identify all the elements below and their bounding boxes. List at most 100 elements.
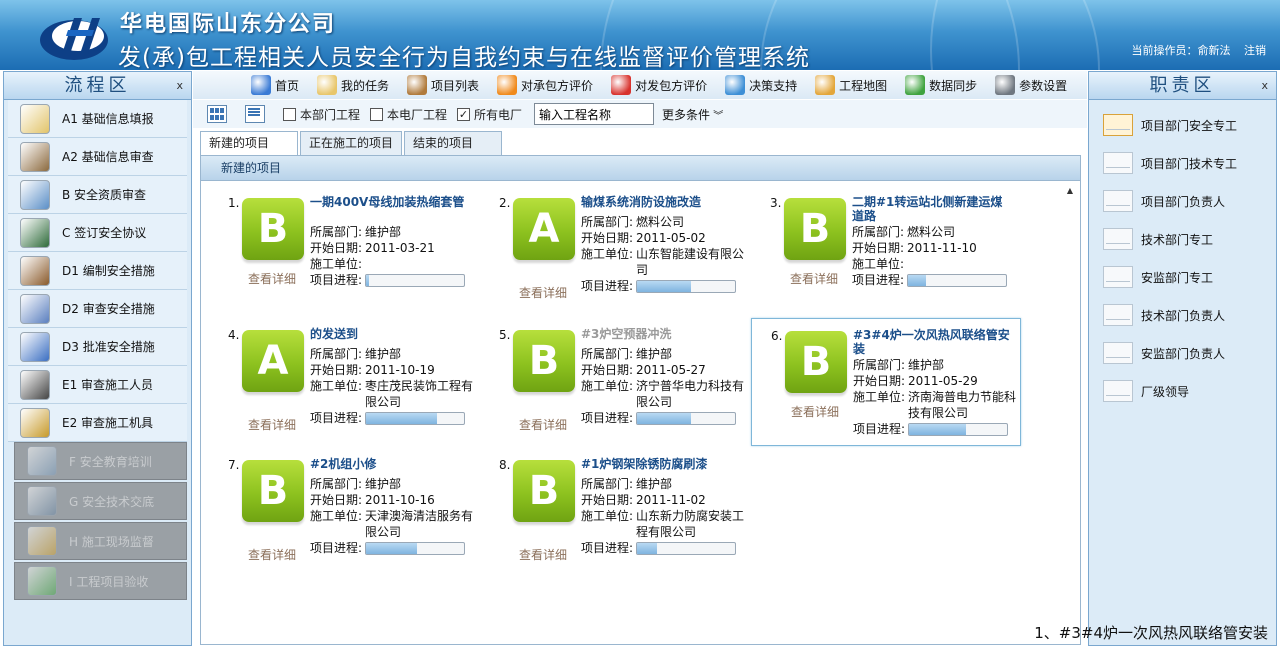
project-card[interactable]: 8. B 查看详细 #1炉钢架除锈防腐刷漆 所属部门: 维护部 开始日期: 2011-11-0… [499,448,757,573]
project-title[interactable]: 二期#1转运站北侧新建运煤道路 [852,195,1012,223]
flow-item-label: D1 编制安全措施 [62,264,155,278]
project-title[interactable]: #3炉空预器冲洗 [581,327,741,341]
flow-item[interactable]: D1 编制安全措施 [8,252,187,290]
toolbar-button[interactable]: 对发包方评价 [611,75,707,95]
list-view-button[interactable] [245,105,265,123]
view-detail-link[interactable]: 查看详细 [519,416,567,433]
duty-item[interactable]: 安监部门负责人 [1089,334,1276,372]
flow-item[interactable]: D3 批准安全措施 [8,328,187,366]
toolbar-button[interactable]: 项目列表 [407,75,479,95]
project-content: 新建的项目 1. B 查看详细 一期400V母线加装热缩套管 所属部门: 维护部 开始日期:… [200,155,1081,645]
anchor-icon [27,486,57,516]
project-title[interactable]: 输煤系统消防设施改造 [581,195,741,209]
duty-item[interactable]: 厂级领导 [1089,372,1276,410]
flow-item-label: D2 审查安全措施 [62,302,155,316]
flow-item[interactable]: C 签订安全协议 [8,214,187,252]
project-number: 4. [228,328,240,342]
tab-2[interactable]: 结束的项目 [404,131,503,155]
logout-link[interactable]: 注销 [1244,44,1266,57]
view-detail-link[interactable]: 查看详细 [790,270,838,287]
view-detail-link[interactable]: 查看详细 [248,416,296,433]
duty-item[interactable]: 项目部门技术专工 [1089,144,1276,182]
status-text: 1、#3#4炉一次风热风联络管安装 [1034,624,1268,642]
toolbar-button[interactable]: 工程地图 [815,75,887,95]
toolbar-button[interactable]: 我的任务 [317,75,389,95]
duty-item[interactable]: 技术部门负责人 [1089,296,1276,334]
dept-project-label: 本部门工程 [300,107,361,122]
progress-bar [636,542,736,555]
shield-icon [20,293,50,324]
duty-panel-close-button[interactable]: x [1261,72,1268,99]
dept-value: 维护部 [365,477,402,491]
progress-fill [909,424,966,435]
tab-1[interactable]: 正在施工的项目 [300,131,403,155]
toolbar-button[interactable]: 参数设置 [995,75,1067,95]
unit-label: 施工单位: [852,257,905,271]
duty-item[interactable]: 项目部门负责人 [1089,182,1276,220]
progress-bar [365,412,465,425]
map-icon [815,75,836,95]
flow-item[interactable]: A1 基础信息填报 [8,100,187,138]
tab-0[interactable]: 新建的项目 [200,131,298,156]
flow-item: F 安全教育培训 [14,442,187,480]
more-conditions-label: 更多条件 [662,107,711,122]
flow-item[interactable]: E2 审查施工机具 [8,404,187,442]
dept-project-checkbox[interactable]: 本部门工程 [283,106,360,123]
padlock-icon [20,407,50,438]
operator-name: 俞新法 [1197,44,1231,57]
project-name-search-input[interactable] [534,103,655,125]
toolbar-button[interactable]: 决策支持 [725,75,797,95]
unit-label: 施工单位: [310,379,363,393]
dept-label: 所属部门: [852,225,905,239]
dept-project-box[interactable] [283,107,296,121]
project-card[interactable]: 1. B 查看详细 一期400V母线加装热缩套管 所属部门: 维护部 开始日期: 2011-0… [228,186,486,311]
view-detail-link[interactable]: 查看详细 [519,546,567,563]
grade-badge: B [513,330,575,392]
flow-item[interactable]: D2 审查安全措施 [8,290,187,328]
grid-view-button[interactable] [207,105,227,123]
toolbar-button[interactable]: 对承包方评价 [497,75,593,95]
view-detail-link[interactable]: 查看详细 [791,403,839,420]
pipe-icon [20,331,50,362]
more-conditions-link[interactable]: 更多条件 ︾ [662,106,723,123]
project-card[interactable]: 3. B 查看详细 二期#1转运站北侧新建运煤道路 所属部门: 燃料公司 开始日期: 2011… [770,186,1028,311]
project-card[interactable]: 6. B 查看详细 #3#4炉一次风热风联络管安装 所属部门: 维护部 开始日期: 2011-… [751,318,1021,446]
duty-item[interactable]: 安监部门专工 [1089,258,1276,296]
plant-project-checkbox[interactable]: 本电厂工程 [370,106,447,123]
unit-label: 施工单位: [581,247,634,261]
flow-panel-title: 流程区 [64,75,131,96]
project-title[interactable]: 一期400V母线加装热缩套管 [310,195,470,209]
plant-project-box[interactable] [370,107,384,121]
project-card[interactable]: 4. A 查看详细 的发送到 所属部门: 维护部 开始日期: 2011-10-19 施工单位: 枣… [228,318,486,443]
view-detail-link[interactable]: 查看详细 [248,546,296,563]
toolbar-button[interactable]: 首页 [251,75,299,95]
project-title[interactable]: #2机组小修 [310,457,470,471]
flow-item[interactable]: E1 审查施工人员 [8,366,187,404]
toolbar-button[interactable]: 数据同步 [905,75,977,95]
view-detail-link[interactable]: 查看详细 [248,270,296,287]
mail-unread-icon [1103,114,1133,136]
scroll-up-icon[interactable]: ▲ [1064,186,1076,195]
flow-panel-close-button[interactable]: x [176,72,183,99]
all-plants-checkbox[interactable]: ✓ 所有电厂 [457,106,522,123]
flow-item-label: I 工程项目验收 [69,574,149,589]
project-card[interactable]: 7. B 查看详细 #2机组小修 所属部门: 维护部 开始日期: 2011-10-16 施工单位… [228,448,486,573]
all-plants-box[interactable]: ✓ [457,107,471,121]
progress-label: 项目进程: [852,273,905,287]
vertical-scrollbar[interactable]: ▲ [1064,186,1076,641]
project-number: 1. [228,196,240,210]
view-detail-link[interactable]: 查看详细 [519,284,567,301]
flow-item[interactable]: B 安全资质审查 [8,176,187,214]
project-title[interactable]: #1炉钢架除锈防腐刷漆 [581,457,741,471]
project-card[interactable]: 5. B 查看详细 #3炉空预器冲洗 所属部门: 维护部 开始日期: 2011-05-27 施工… [499,318,757,443]
toolbar-button-label: 决策支持 [749,78,798,93]
operator-label: 当前操作员： [1131,44,1198,57]
dept-label: 所属部门: [310,347,363,361]
duty-item[interactable]: 技术部门专工 [1089,220,1276,258]
flow-item[interactable]: A2 基础信息审查 [8,138,187,176]
project-card[interactable]: 2. A 查看详细 输煤系统消防设施改造 所属部门: 燃料公司 开始日期: 2011-05-0… [499,186,757,311]
project-title[interactable]: #3#4炉一次风热风联络管安装 [853,328,1013,356]
flow-list: A1 基础信息填报 A2 基础信息审查 B 安全资质审查 C 签订安全协议 D1 编制安… [4,100,191,600]
duty-item[interactable]: 项目部门安全专工 [1089,106,1276,144]
project-title[interactable]: 的发送到 [310,327,470,341]
